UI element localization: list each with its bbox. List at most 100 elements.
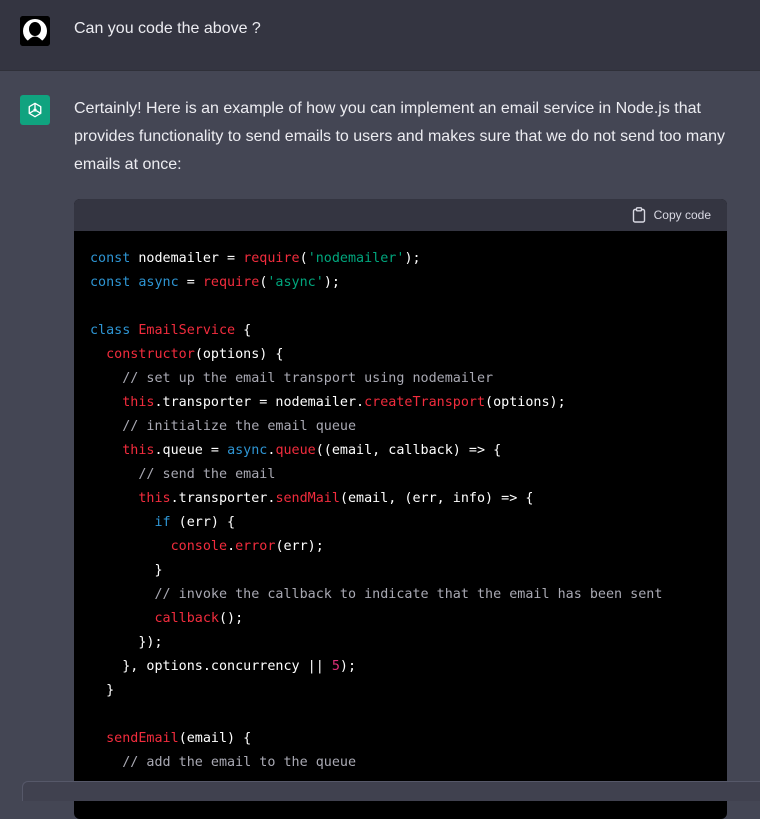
- code-token: );: [404, 251, 421, 266]
- code-token: // send the email: [138, 467, 276, 482]
- code-line: // invoke the callback to indicate that …: [90, 583, 711, 607]
- code-line: // initialize the email queue: [90, 415, 711, 439]
- code-token: ();: [219, 611, 244, 626]
- code-token: async: [138, 275, 179, 290]
- code-line: this.queue = async.queue((email, callbac…: [90, 439, 711, 463]
- user-avatar: [20, 16, 50, 46]
- user-message-text: Can you code the above ?: [74, 20, 261, 37]
- code-token: queue: [275, 443, 316, 458]
- code-token: .: [227, 539, 236, 554]
- code-token: nodemailer =: [130, 251, 244, 266]
- code-token: (: [299, 251, 308, 266]
- code-token: .transporter.: [170, 491, 276, 506]
- message-input-bar[interactable]: [22, 781, 760, 801]
- code-token: createTransport: [364, 395, 486, 410]
- code-line: // set up the email transport using node…: [90, 367, 711, 391]
- chatgpt-logo-icon: [20, 95, 50, 125]
- code-token: (email) {: [178, 731, 252, 746]
- code-line: const async = require('async');: [90, 271, 711, 295]
- code-line: callback();: [90, 607, 711, 631]
- code-token: this: [122, 443, 155, 458]
- code-token: // add the email to the queue: [122, 755, 357, 770]
- code-token: .transporter = nodemailer.: [154, 395, 365, 410]
- code-token: error: [235, 539, 276, 554]
- code-token: (email, (err, info) => {: [339, 491, 534, 506]
- code-line: // add the email to the queue: [90, 751, 711, 775]
- code-token: );: [323, 275, 340, 290]
- user-silhouette-icon: [20, 16, 50, 46]
- code-token: require: [243, 251, 300, 266]
- code-token: console: [170, 539, 228, 554]
- code-line: this.transporter = nodemailer.createTran…: [90, 391, 711, 415]
- code-token: ((email, callback) => {: [315, 443, 502, 458]
- code-token: this: [122, 395, 155, 410]
- code-block-header: Copy code: [74, 199, 727, 231]
- code-token: }: [90, 563, 163, 578]
- code-token: 5: [331, 659, 340, 674]
- code-token: const: [90, 275, 131, 290]
- code-line: sendEmail(email) {: [90, 727, 711, 751]
- code-line: if (err) {: [90, 511, 711, 535]
- code-token: // initialize the email queue: [122, 419, 357, 434]
- code-line: console.error(err);: [90, 535, 711, 559]
- copy-code-label: Copy code: [653, 208, 711, 222]
- code-token: );: [339, 659, 357, 674]
- code-token: EmailService: [138, 323, 236, 338]
- code-token: if: [154, 515, 171, 530]
- code-token: (options) {: [194, 347, 284, 362]
- code-line: this.transporter.sendMail(email, (err, i…: [90, 487, 711, 511]
- clipboard-icon: [632, 207, 645, 223]
- code-token: {: [235, 323, 252, 338]
- code-token: 'nodemailer': [307, 251, 405, 266]
- code-token: // invoke the callback to indicate that …: [154, 587, 663, 602]
- code-content: const nodemailer = require('nodemailer')…: [74, 231, 727, 775]
- code-token: }, options.concurrency ||: [90, 659, 332, 674]
- code-token: sendEmail: [106, 731, 179, 746]
- code-token: (options);: [485, 395, 566, 410]
- code-token: constructor: [106, 347, 195, 362]
- code-line: });: [90, 631, 711, 655]
- code-line: }: [90, 559, 711, 583]
- copy-code-button[interactable]: Copy code: [632, 207, 711, 223]
- code-line: const nodemailer = require('nodemailer')…: [90, 247, 711, 271]
- code-token: callback: [154, 611, 220, 626]
- code-line: }, options.concurrency || 5);: [90, 655, 711, 679]
- code-token: (err) {: [170, 515, 236, 530]
- code-line: constructor(options) {: [90, 343, 711, 367]
- code-token: this: [138, 491, 171, 506]
- code-token: .queue =: [154, 443, 228, 458]
- code-token: }: [90, 683, 115, 698]
- assistant-message-row: Certainly! Here is an example of how you…: [0, 71, 760, 819]
- code-token: require: [202, 275, 260, 290]
- code-token: // set up the email transport using node…: [122, 371, 494, 386]
- code-line: }: [90, 679, 711, 703]
- code-token: =: [178, 275, 203, 290]
- code-token: const: [90, 251, 131, 266]
- user-message-row: Can you code the above ?: [0, 0, 760, 71]
- code-block: Copy code const nodemailer = require('no…: [74, 199, 727, 819]
- code-line: class EmailService {: [90, 319, 711, 343]
- code-token: 'async': [267, 275, 324, 290]
- code-token: async: [227, 443, 268, 458]
- code-token: (err);: [275, 539, 324, 554]
- code-token: sendMail: [275, 491, 340, 506]
- code-token: });: [90, 635, 163, 650]
- assistant-message-text: Certainly! Here is an example of how you…: [74, 100, 726, 173]
- code-line: // send the email: [90, 463, 711, 487]
- code-token: class: [90, 323, 131, 338]
